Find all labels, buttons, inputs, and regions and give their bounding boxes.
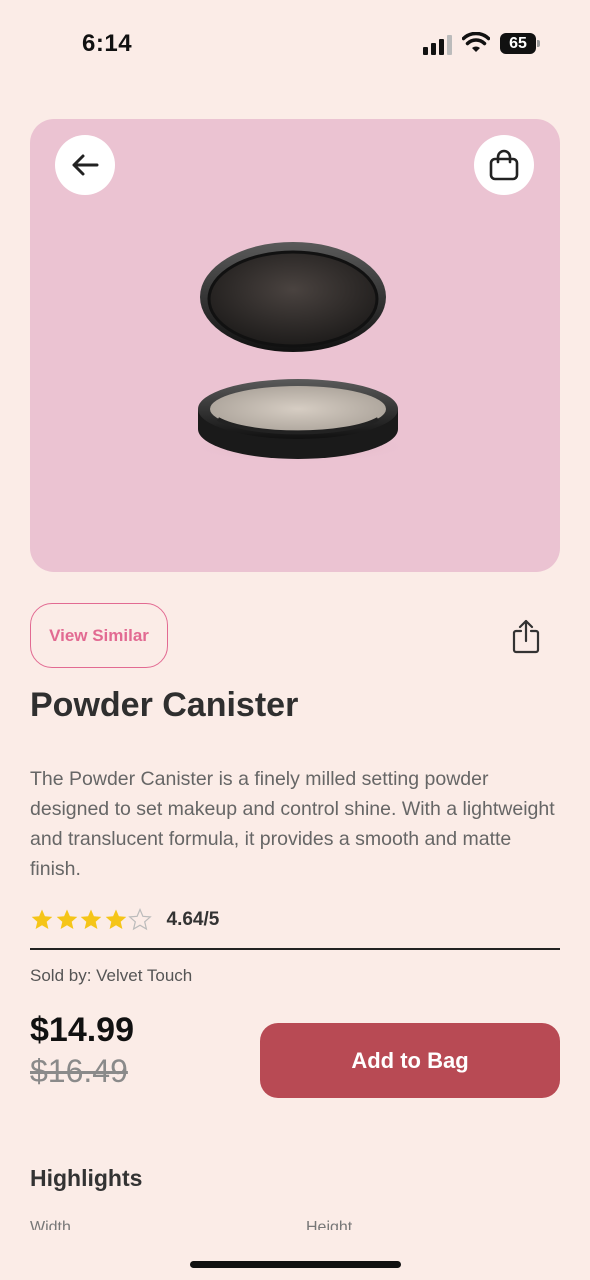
current-price: $14.99 bbox=[30, 1011, 134, 1049]
divider bbox=[30, 948, 560, 950]
home-indicator[interactable] bbox=[190, 1261, 401, 1268]
rating: 4.64/5 bbox=[30, 905, 219, 935]
star-filled-icon bbox=[56, 909, 77, 929]
add-to-bag-button[interactable]: Add to Bag bbox=[260, 1023, 560, 1098]
star-filled-icon bbox=[31, 909, 53, 929]
star-filled-icon bbox=[105, 909, 126, 929]
star-empty-icon bbox=[128, 908, 152, 931]
wifi-icon bbox=[462, 32, 490, 52]
product-title: Powder Canister bbox=[30, 686, 299, 724]
cellular-signal-icon bbox=[423, 33, 453, 55]
status-bar: 6:14 65 bbox=[0, 0, 590, 90]
share-icon[interactable] bbox=[511, 618, 541, 654]
shopping-bag-icon bbox=[489, 149, 519, 181]
product-hero bbox=[30, 119, 560, 572]
star-filled-icon bbox=[80, 909, 102, 929]
arrow-left-icon bbox=[72, 154, 99, 176]
original-price: $16.49 bbox=[30, 1053, 128, 1089]
highlight-height-label: Height bbox=[306, 1219, 353, 1230]
status-time: 6:14 bbox=[82, 30, 133, 57]
battery-level: 65 bbox=[509, 35, 527, 52]
rating-stars bbox=[30, 908, 153, 932]
highlight-width-label: Width bbox=[30, 1219, 71, 1230]
view-similar-button[interactable]: View Similar bbox=[30, 603, 168, 668]
back-button[interactable] bbox=[55, 135, 115, 195]
rating-value: 4.64/5 bbox=[166, 909, 220, 930]
battery-icon: 65 bbox=[500, 33, 540, 54]
seller-label: Sold by: Velvet Touch bbox=[30, 966, 193, 985]
bag-button[interactable] bbox=[474, 135, 534, 195]
highlights-heading: Highlights bbox=[30, 1165, 143, 1191]
product-image bbox=[190, 242, 410, 463]
product-description: The Powder Canister is a finely milled s… bbox=[30, 768, 555, 880]
